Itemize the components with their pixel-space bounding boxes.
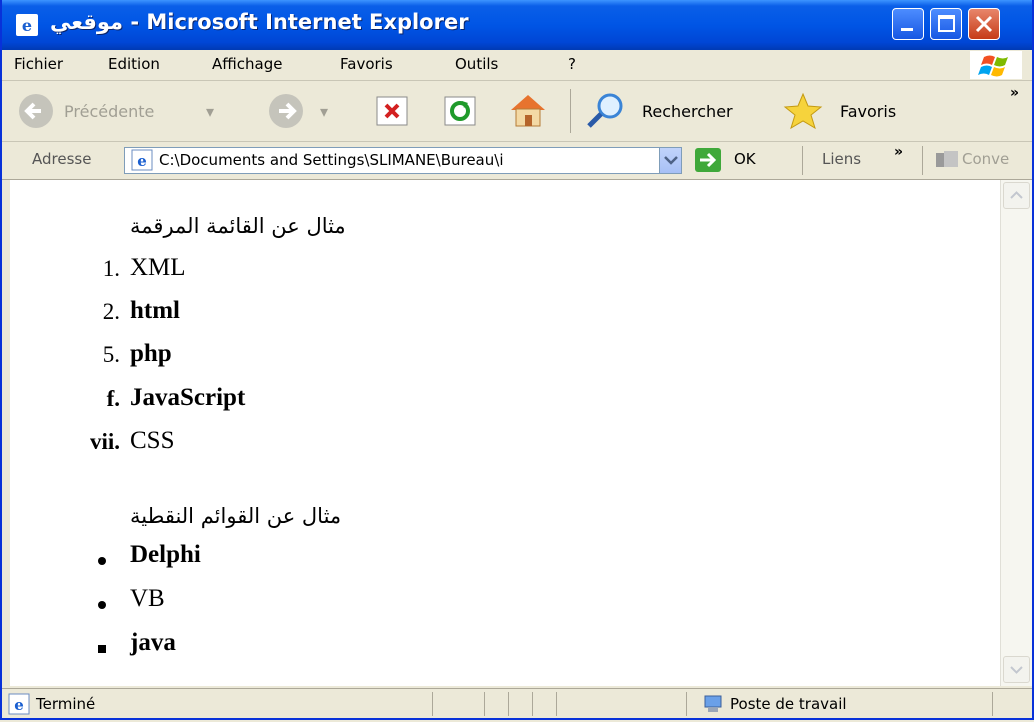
maximize-button[interactable] [930,8,962,40]
list-marker: 2. [102,299,120,324]
back-button[interactable]: Précédente ▾ [16,91,236,131]
svg-text:e: e [14,696,24,714]
page-done-icon: e [8,693,30,715]
home-icon[interactable] [507,90,549,130]
list-marker: vii. [89,429,120,454]
menu-outils[interactable]: Outils [455,55,498,73]
zone-text: Poste de travail [730,695,847,713]
status-text: Terminé [36,695,96,713]
scroll-down-button[interactable] [1003,656,1030,683]
title-bar[interactable]: e موقعي - Microsoft Internet Explorer [2,0,1032,50]
chevron-down-icon [1010,666,1023,674]
menu-bar: Fichier Edition Affichage Favoris Outils… [2,50,1032,81]
list-item-text: JavaScript [130,384,246,411]
minimize-button[interactable] [892,8,924,40]
close-button[interactable] [968,8,1000,40]
list-item-text: php [130,340,172,367]
address-label: Adresse [32,150,92,168]
forward-dropdown-icon[interactable]: ▾ [320,102,328,121]
list-item-text: VB [130,585,165,612]
unordered-list-heading: مثال عن القوائم النقطية [130,504,342,528]
menu-edition[interactable]: Edition [108,55,160,73]
menu-favoris[interactable]: Favoris [340,55,393,73]
computer-zone-icon [704,695,722,712]
svg-text:e: e [137,152,147,170]
list-marker: 5. [102,342,120,367]
status-bar: e Terminé Poste de travail [2,688,1032,718]
windows-flag-icon [978,55,1008,77]
windows-logo [970,51,1022,79]
favorites-star-icon [783,92,823,130]
close-icon [975,15,993,33]
back-arrow-icon [19,94,53,128]
chevron-up-icon [1010,191,1023,199]
bullet-disc [98,601,106,609]
maximize-icon [938,15,955,32]
address-dropdown-button[interactable] [659,148,681,173]
links-label[interactable]: Liens [822,150,861,168]
back-label: Précédente [64,102,155,121]
vertical-scrollbar[interactable] [1000,180,1032,686]
minimize-icon [901,28,913,31]
back-dropdown-icon[interactable]: ▾ [206,102,214,121]
address-separator [802,146,803,175]
address-value: C:\Documents and Settings\SLIMANE\Bureau… [159,151,504,169]
forward-button[interactable]: ▾ [266,91,342,131]
list-marker: 1. [102,256,120,281]
status-separator [686,692,687,716]
svg-text:e: e [22,16,32,35]
stop-icon[interactable] [376,94,410,128]
links-separator [922,146,923,175]
go-label: OK [734,150,756,168]
address-field[interactable]: e C:\Documents and Settings\SLIMANE\Bure… [124,147,682,174]
toolbar-separator [570,89,571,133]
chevron-down-icon [664,156,678,165]
status-separator [508,692,509,716]
refresh-icon[interactable] [444,94,478,128]
list-item-text: Delphi [130,541,201,568]
search-icon [587,93,623,128]
ordered-list-heading: مثال عن القائمة المرقمة [130,214,346,238]
favorites-label: Favoris [840,102,897,121]
list-item-text: XML [130,254,186,281]
convert-icon[interactable] [934,149,962,171]
menu-help[interactable]: ? [568,55,576,73]
forward-arrow-icon [269,94,303,128]
address-bar: Adresse e C:\Documents and Settings\SLIM… [2,142,1032,180]
status-separator [532,692,533,716]
go-arrow-icon [695,148,721,172]
list-marker: f. [106,386,120,411]
convert-label[interactable]: Conve [962,150,1009,168]
search-button[interactable]: Rechercher [584,91,764,131]
page-icon: e [131,149,153,171]
search-label: Rechercher [642,102,733,121]
list-item-text: CSS [130,427,175,454]
status-separator [432,692,433,716]
standard-toolbar: Précédente ▾ ▾ Rechercher Favoris » [2,81,1032,142]
status-separator [556,692,557,716]
favorites-button[interactable]: Favoris [782,91,932,131]
page-content: مثال عن القائمة المرقمة 1. XML 2. html 5… [10,180,1000,686]
window-title: موقعي - Microsoft Internet Explorer [50,10,469,34]
list-item-text: html [130,297,180,324]
list-item-text: java [130,629,176,656]
bullet-square [98,645,106,653]
go-button[interactable]: OK [694,147,774,174]
status-separator [484,692,485,716]
bullet-disc [98,557,106,565]
ie-window: e موقعي - Microsoft Internet Explorer Fi… [0,0,1034,720]
menu-fichier[interactable]: Fichier [14,55,63,73]
scroll-up-button[interactable] [1003,182,1030,209]
links-overflow-chevron[interactable]: » [894,144,903,160]
status-separator [992,692,993,716]
ie-icon: e [16,14,38,36]
toolbar-overflow-chevron[interactable]: » [1010,85,1019,101]
menu-affichage[interactable]: Affichage [212,55,282,73]
